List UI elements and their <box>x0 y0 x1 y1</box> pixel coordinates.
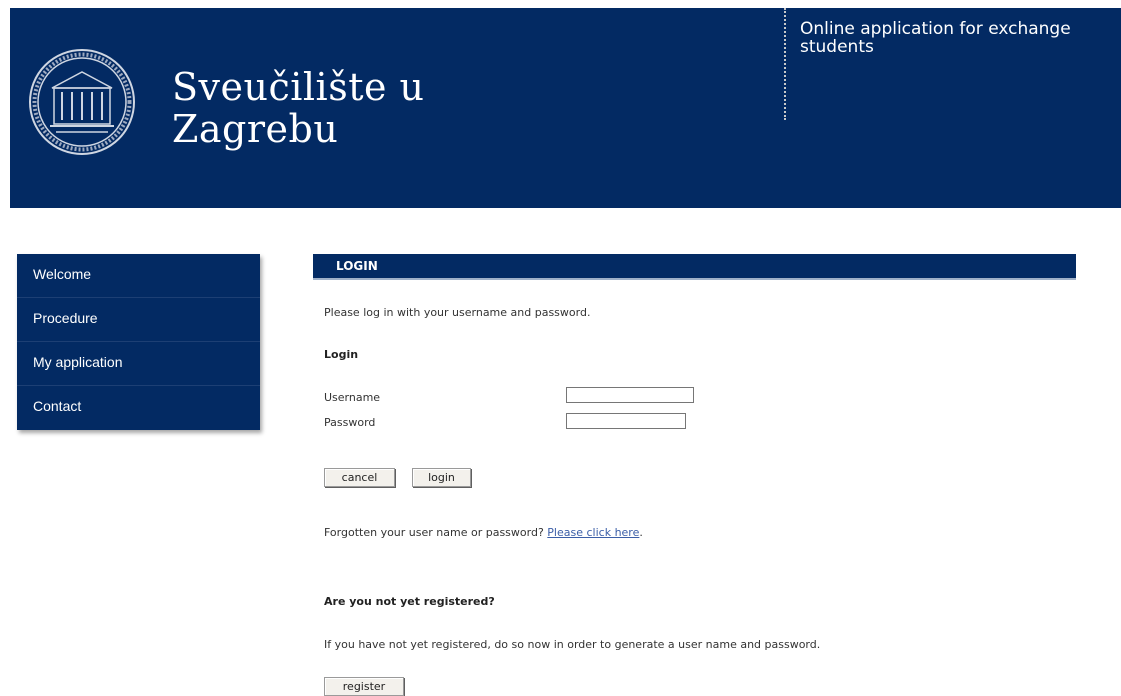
login-heading: Login <box>324 348 359 361</box>
forgot-password-prompt: Forgotten your user name or password? <box>324 526 544 539</box>
forgot-password-suffix: . <box>639 526 643 539</box>
header-divider <box>784 8 786 120</box>
site-header: Sveučilište u Zagrebu Online application… <box>10 8 1121 208</box>
tagline-line-2: students <box>800 37 874 57</box>
sidebar-item-my-application[interactable]: My application <box>17 342 260 386</box>
university-seal-icon <box>29 49 135 155</box>
sidebar-nav: Welcome Procedure My application Contact <box>17 254 260 430</box>
sidebar-item-procedure[interactable]: Procedure <box>17 298 260 342</box>
sidebar-item-welcome[interactable]: Welcome <box>17 254 260 298</box>
password-label: Password <box>324 416 376 429</box>
forgot-password-text: Forgotten your user name or password? Pl… <box>324 526 643 539</box>
password-input[interactable] <box>566 413 686 429</box>
login-intro-text: Please log in with your username and pas… <box>324 306 591 319</box>
site-tagline: Online application for exchange students <box>800 20 1071 56</box>
sidebar-item-contact[interactable]: Contact <box>17 386 260 430</box>
main-content: LOGIN Please log in with your username a… <box>313 254 1076 696</box>
university-name: Sveučilište u Zagrebu <box>172 65 425 151</box>
forgot-password-link[interactable]: Please click here <box>547 526 639 539</box>
cancel-button[interactable]: cancel <box>324 468 395 487</box>
login-section-title: LOGIN <box>313 254 1076 280</box>
tagline-line-1: Online application for exchange <box>800 19 1071 39</box>
register-button[interactable]: register <box>324 677 404 696</box>
username-label: Username <box>324 391 381 404</box>
register-heading: Are you not yet registered? <box>324 595 495 608</box>
username-input[interactable] <box>566 387 694 403</box>
register-info-text: If you have not yet registered, do so no… <box>324 638 821 651</box>
login-button[interactable]: login <box>412 468 471 487</box>
